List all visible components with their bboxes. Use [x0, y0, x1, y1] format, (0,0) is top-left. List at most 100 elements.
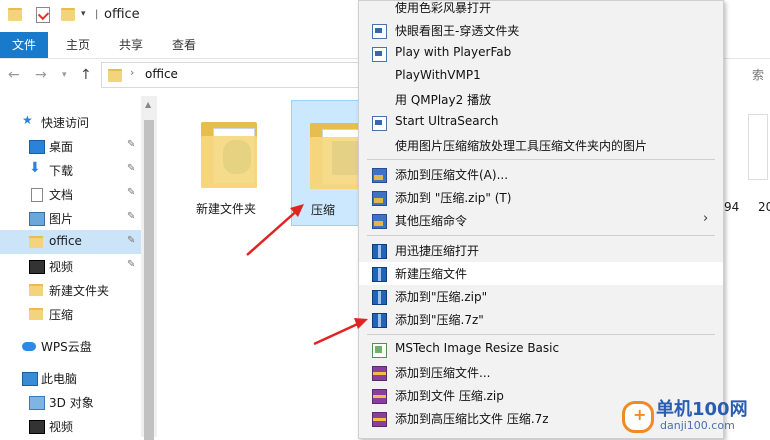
menu-item[interactable]: 添加到"压缩.7z" [359, 308, 723, 331]
nav-item-this-pc[interactable]: 此电脑 [0, 366, 141, 390]
menu-item-label: 添加到"压缩.7z" [395, 313, 484, 327]
menu-item-submenu[interactable]: 其他压缩命令 › [359, 209, 723, 232]
watermark-logo: + 单机100网 danji100.com [618, 393, 770, 437]
chevron-right-icon[interactable]: › [130, 66, 134, 79]
menu-item-label: 添加到"压缩.zip" [395, 290, 488, 304]
menu-item-label: 添加到 "压缩.zip" (T) [395, 191, 512, 205]
video-icon [29, 420, 45, 434]
tab-view[interactable]: 查看 [166, 32, 202, 58]
picture-icon [29, 212, 45, 226]
menu-item[interactable]: 添加到"压缩.zip" [359, 285, 723, 308]
watermark-url: danji100.com [660, 419, 735, 432]
pin-icon: ✎ [127, 235, 136, 246]
scrollbar-thumb[interactable] [144, 120, 154, 440]
menu-item[interactable]: Start UltraSearch [359, 111, 723, 134]
properties-icon[interactable] [36, 7, 50, 23]
folder-icon [29, 308, 43, 320]
menu-separator [367, 334, 715, 335]
scroll-up-icon[interactable]: ▲ [145, 100, 151, 109]
video-icon [29, 260, 45, 274]
back-arrow-icon[interactable]: ← [8, 67, 20, 83]
file-item[interactable]: 新建文件夹 [183, 100, 269, 224]
pin-icon: ✎ [127, 187, 136, 198]
nav-item-videos[interactable]: 视频 ✎ [0, 254, 141, 278]
menu-item[interactable]: 使用色彩风暴打开 [359, 0, 723, 19]
nav-item-label: office [49, 234, 82, 248]
file-thumbnail [748, 114, 768, 180]
folder-icon [108, 69, 122, 82]
menu-item[interactable]: 添加到 "压缩.zip" (T) [359, 186, 723, 209]
search-box[interactable]: 索 [752, 66, 764, 83]
nav-item-office[interactable]: office ✎ [0, 230, 141, 254]
file-name-fragment: 94 [724, 200, 740, 214]
nav-item-desktop[interactable]: 桌面 ✎ [0, 134, 141, 158]
nav-item-label: 文档 [49, 188, 74, 202]
menu-item-label: 添加到压缩文件... [395, 366, 491, 380]
tab-share[interactable]: 共享 [113, 32, 149, 58]
nav-scrollbar[interactable]: ▲ [141, 96, 157, 440]
nav-item-pictures[interactable]: 图片 ✎ [0, 206, 141, 230]
menu-item-label: Play with PlayerFab [395, 45, 512, 59]
file-name: 新建文件夹 [195, 202, 256, 216]
zip-icon [372, 313, 387, 328]
app-icon [372, 116, 387, 131]
menu-item[interactable]: Play with PlayerFab [359, 42, 723, 65]
rar-icon [372, 214, 387, 229]
menu-item-label: PlayWithVMP1 [395, 68, 481, 82]
menu-item-highlighted[interactable]: 新建压缩文件 [359, 262, 723, 285]
menu-item[interactable]: 添加到压缩文件... [359, 361, 723, 384]
menu-item[interactable]: 使用图片压缩缩放处理工具压缩文件夹内的图片 [359, 134, 723, 157]
menu-item[interactable]: MSTech Image Resize Basic [359, 338, 723, 361]
rar-icon [372, 191, 387, 206]
app-icon [372, 24, 387, 39]
nav-item-label: 压缩 [49, 308, 74, 322]
rar-icon [372, 168, 387, 183]
nav-item-3d-objects[interactable]: 3D 对象 [0, 390, 141, 414]
menu-item-label: 使用色彩风暴打开 [395, 1, 492, 15]
pin-icon: ✎ [127, 211, 136, 222]
window-title: office [104, 7, 140, 22]
nav-item-videos-pc[interactable]: 视频 [0, 414, 141, 438]
nav-item-label: 下载 [49, 164, 74, 178]
menu-item[interactable]: PlayWithVMP1 [359, 65, 723, 88]
folder-icon [29, 284, 43, 296]
nav-item-documents[interactable]: 文档 ✎ [0, 182, 141, 206]
nav-item-label: 图片 [49, 212, 74, 226]
nav-item-label: WPS云盘 [41, 340, 92, 354]
nav-item-wps-cloud[interactable]: WPS云盘 [0, 334, 141, 358]
menu-item[interactable]: 用 QMPlay2 播放 [359, 88, 723, 111]
menu-item[interactable]: 用迅捷压缩打开 [359, 239, 723, 262]
navigation-pane: ★ 快速访问 桌面 ✎ ⬇ 下载 ✎ 文档 ✎ 图片 ✎ office ✎ 视频… [0, 96, 141, 437]
desktop-icon [29, 140, 45, 154]
menu-item-label: 其他压缩命令 [395, 214, 468, 228]
download-icon: ⬇ [29, 160, 41, 176]
nav-item-label: 快速访问 [41, 116, 90, 130]
folder-icon [29, 236, 43, 248]
chevron-right-icon: › [703, 211, 709, 226]
nav-item-downloads[interactable]: ⬇ 下载 ✎ [0, 158, 141, 182]
pin-icon: ✎ [127, 163, 136, 174]
menu-item[interactable]: 快眼看图王-穿透文件夹 [359, 19, 723, 42]
tab-home[interactable]: 主页 [60, 32, 96, 58]
menu-item-label: 使用图片压缩缩放处理工具压缩文件夹内的图片 [395, 139, 648, 153]
address-path: office [145, 67, 178, 81]
nav-item-compress[interactable]: 压缩 [0, 302, 141, 326]
image-resize-icon [372, 343, 387, 358]
quick-access-dropdown-icon[interactable]: ▾ [81, 9, 86, 19]
nav-item-quick-access[interactable]: ★ 快速访问 [0, 110, 141, 134]
tab-file[interactable]: 文件 [0, 32, 48, 58]
menu-item-label: MSTech Image Resize Basic [395, 341, 560, 355]
pin-icon: ✎ [127, 259, 136, 270]
new-folder-icon[interactable] [61, 8, 75, 21]
cloud-icon [22, 342, 36, 351]
forward-arrow-icon[interactable]: → [35, 67, 47, 83]
menu-item-label: 添加到压缩文件(A)... [395, 168, 509, 182]
up-arrow-icon[interactable]: ↑ [80, 67, 92, 83]
document-icon [31, 188, 43, 202]
plus-logo-icon: + [622, 401, 654, 433]
nav-item-label: 3D 对象 [49, 396, 94, 410]
nav-item-new-folder[interactable]: 新建文件夹 [0, 278, 141, 302]
recent-dropdown-icon[interactable]: ▾ [62, 70, 67, 80]
menu-item[interactable]: 添加到压缩文件(A)... [359, 163, 723, 186]
3d-objects-icon [29, 396, 45, 410]
